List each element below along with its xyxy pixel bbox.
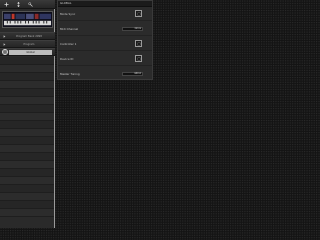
sidebar-item-label: Program xyxy=(23,42,35,46)
global-settings-panel: GLOBAL Mode Sync Midi Channel Omni Contr… xyxy=(57,0,153,80)
settings-icon[interactable] xyxy=(27,2,33,7)
unchecked-icon xyxy=(137,42,140,45)
sidebar-item-program-bank[interactable]: Program Bank 2998 xyxy=(0,32,55,40)
sidebar-empty-list xyxy=(0,57,54,228)
sidebar-toolbar xyxy=(0,0,55,9)
sidebar-item-label: Program Bank 2998 xyxy=(16,34,42,38)
unchecked-icon xyxy=(137,57,140,60)
sidebar-item-icon-slot xyxy=(0,48,9,56)
chevron-right-icon[interactable] xyxy=(0,32,9,40)
setting-master-tuning: Master Tuning 440.0 xyxy=(58,67,152,81)
controller-1-checkbox[interactable] xyxy=(135,40,142,47)
setting-mode-sync: Mode Sync xyxy=(58,7,152,21)
mode-sync-checkbox[interactable] xyxy=(135,10,142,17)
setting-device-id: Device ID xyxy=(58,52,152,66)
setting-midi-channel: Midi Channel Omni xyxy=(58,22,152,36)
setting-label: Device ID xyxy=(60,57,74,61)
sidebar: Program Bank 2998 Program Global xyxy=(0,0,55,228)
globe-icon xyxy=(1,49,8,55)
setting-label: Midi Channel xyxy=(60,27,79,31)
sidebar-item-label: Global xyxy=(9,49,52,55)
move-icon[interactable] xyxy=(15,2,21,7)
device-preview-image[interactable] xyxy=(2,11,53,28)
setting-controller-1: Controller 1 xyxy=(58,37,152,51)
sidebar-item-global[interactable]: Global xyxy=(0,48,55,56)
setting-label: Controller 1 xyxy=(60,42,77,46)
chevron-right-icon[interactable] xyxy=(0,40,9,48)
setting-label: Master Tuning xyxy=(60,72,80,76)
add-icon[interactable] xyxy=(3,2,9,7)
device-id-checkbox[interactable] xyxy=(135,55,142,62)
setting-label: Mode Sync xyxy=(60,12,76,16)
unchecked-icon xyxy=(137,12,140,15)
master-tuning-field[interactable]: 440.0 xyxy=(122,72,143,76)
sidebar-item-program[interactable]: Program xyxy=(0,40,55,48)
midi-channel-field[interactable]: Omni xyxy=(122,27,143,31)
